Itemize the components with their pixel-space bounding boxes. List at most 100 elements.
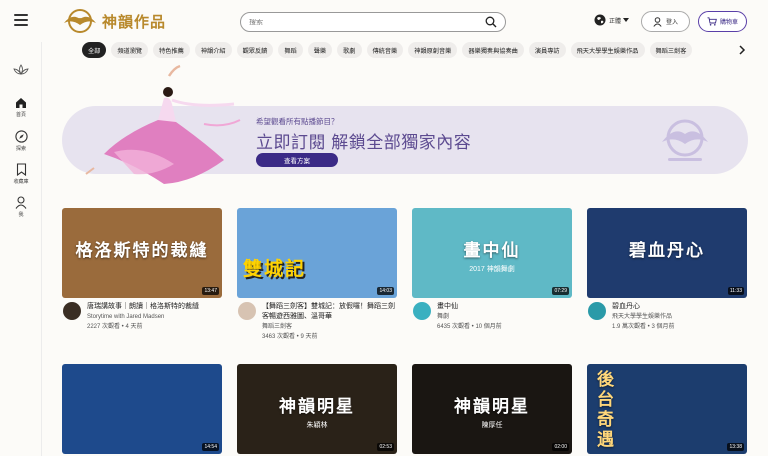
channel-name[interactable]: Storytime with Jared Madsen [87,313,222,322]
category-chip[interactable]: 聲樂 [307,42,333,58]
lotus-icon [13,64,29,75]
video-info: 唐瑞講故事｜朗讀｜格洛斯特的裁縫 Storytime with Jared Mad… [87,302,222,332]
sidebar-item-explore[interactable]: 探索 [0,130,42,152]
video-stats: 6435 次觀看 • 10 個月前 [437,324,502,330]
category-chip[interactable]: 神韻原創音樂 [408,42,458,58]
video-title[interactable]: 【舞蹈三劍客】雙城記：放假囉！舞蹈三劍客暢遊西雅圖、溫哥華 [262,302,397,322]
sidebar-item-label: 探索 [15,146,26,152]
cart-icon [707,17,717,26]
category-chip[interactable]: 全部 [82,42,107,58]
category-chip[interactable]: 觀眾反饋 [236,42,274,58]
category-chips: 全部 頻道瀏覽 特色推薦 神韻介紹 觀眾反饋 舞蹈 聲樂 歌劇 傳統音樂 神韻原創音樂 器樂獨奏與協… [82,42,732,58]
duration-badge: 14:54 [202,443,219,451]
thumbnail-subtext: 朱穎林 [306,422,328,429]
bookmark-icon [16,163,26,176]
video-thumbnail[interactable]: 碧血丹心 11:33 [587,208,747,298]
duration-badge: 07:29 [552,287,569,295]
video-card[interactable]: 畫中仙 2017 神韻舞劇 07:29 畫中仙 舞劇 6435 次觀看 • 10 個月前 [412,208,572,332]
video-info: 畫中仙 舞劇 6435 次觀看 • 10 個月前 [437,302,572,332]
chevron-right-icon[interactable] [738,45,746,55]
video-stats: 3463 次觀看 • 9 天前 [262,334,318,340]
logo-text: 神韻作品 [102,12,167,31]
channel-name[interactable]: 舞蹈三劍客 [262,323,397,332]
video-card[interactable]: 後台奇遇 13:38 [587,364,747,454]
thumbnail-text: 碧血丹心 [629,241,705,261]
banner-title: 立即訂閱 解鎖全部獨家內容 [256,133,472,152]
thumbnail-subtext: 陳厚任 [481,422,503,429]
video-title[interactable]: 碧血丹心 [612,302,747,312]
video-card[interactable]: 碧血丹心 11:33 碧血丹心 飛天大學學生娛樂作品 1.9 萬次觀看 • 3 個月前 [587,208,747,332]
sidebar-item-label: 我 [18,212,24,218]
search-bar[interactable] [240,12,506,32]
duration-badge: 02:00 [552,443,569,451]
search-input[interactable] [249,18,485,26]
duration-badge: 13:38 [727,443,744,451]
channel-name[interactable]: 飛天大學學生娛樂作品 [612,313,747,322]
video-thumbnail[interactable]: 畫中仙 2017 神韻舞劇 07:29 [412,208,572,298]
category-chip[interactable]: 演員專訪 [528,42,566,58]
video-thumbnail[interactable]: 14:54 [62,364,222,454]
category-chip[interactable]: 傳統音樂 [366,42,404,58]
avatar[interactable] [588,302,606,320]
duration-badge: 11:33 [727,287,744,295]
video-meta: 碧血丹心 飛天大學學生娛樂作品 1.9 萬次觀看 • 3 個月前 [587,302,747,332]
video-card[interactable]: 神韻明星陳厚任 02:00 [412,364,572,454]
cart-button[interactable]: 購物車 [698,11,747,32]
thumbnail-text: 畫中仙 [463,241,521,261]
login-label: 登入 [665,20,678,26]
video-title[interactable]: 畫中仙 [437,302,572,312]
thumbnail-text: 格洛斯特的裁縫 [75,241,209,261]
shen-yun-seal-icon [662,119,708,161]
sidebar-item-me[interactable]: 我 [0,196,42,218]
logo-emblem-icon [64,9,96,33]
duration-badge: 02:53 [377,443,394,451]
video-title[interactable]: 唐瑞講故事｜朗讀｜格洛斯特的裁縫 [87,302,222,312]
sidebar-item-label: 首頁 [15,112,26,118]
logo[interactable]: 神韻作品 [60,6,166,36]
video-thumbnail[interactable]: 神韻明星 朱穎林 02:53 [237,364,397,454]
video-thumbnail[interactable]: 後台奇遇 13:38 [587,364,747,454]
avatar[interactable] [238,302,256,320]
category-chip[interactable]: 飛天大學學生娛樂作品 [570,42,645,58]
video-card[interactable]: 神韻明星 朱穎林 02:53 [237,364,397,454]
duration-badge: 14:03 [377,287,394,295]
app-root: 神韻作品 正體 登入 [0,0,768,456]
thumbnail-text: 神韻明星 [454,397,530,417]
avatar[interactable] [413,302,431,320]
globe-icon [594,14,606,26]
video-stats: 1.9 萬次觀看 • 3 個月前 [612,324,675,330]
category-chip[interactable]: 歌劇 [337,42,362,58]
video-card[interactable]: 雙城記 14:03 【舞蹈三劍客】雙城記：放假囉！舞蹈三劍客暢遊西雅圖、溫哥華 舞蹈三… [237,208,397,342]
video-thumbnail[interactable]: 格洛斯特的裁縫 13:47 [62,208,222,298]
chevron-down-icon [623,18,630,22]
video-thumbnail[interactable]: 神韻明星陳厚任 02:00 [412,364,572,454]
thumbnail-text: 雙城記 [243,258,307,280]
category-chip[interactable]: 器樂獨奏與協奏曲 [462,42,524,58]
compass-icon [14,130,28,143]
dancer-image [85,64,241,184]
video-meta: 畫中仙 舞劇 6435 次觀看 • 10 個月前 [412,302,572,332]
banner-question: 希望觀看所有點播節目？ [256,117,339,126]
video-card[interactable]: 格洛斯特的裁縫 13:47 唐瑞講故事｜朗讀｜格洛斯特的裁縫 Storytime wi… [62,208,222,332]
category-chip[interactable]: 頻道瀏覽 [111,42,149,58]
language-selector[interactable]: 正體 [594,14,630,26]
video-thumbnail[interactable]: 雙城記 14:03 [237,208,397,298]
category-chip[interactable]: 特色推薦 [153,42,190,58]
left-sidebar: 首頁 探索 收藏庫 我 [0,42,42,456]
category-chip[interactable]: 神韻介紹 [194,42,232,58]
category-chip[interactable]: 舞蹈三劍客 [649,42,693,58]
thumbnail-text: 後台奇遇 [597,370,616,450]
sidebar-item-home[interactable]: 首頁 [0,97,42,118]
sidebar-item-library[interactable]: 收藏庫 [0,163,42,185]
sidebar-item-lotus[interactable] [0,64,42,76]
login-button[interactable]: 登入 [641,11,690,32]
menu-icon[interactable] [14,14,28,26]
cart-label: 購物車 [719,20,738,26]
view-plans-button[interactable]: 查看方案 [256,153,338,167]
channel-name[interactable]: 舞劇 [437,313,572,322]
category-chip[interactable]: 舞蹈 [278,42,303,58]
search-icon[interactable] [485,16,497,28]
video-card[interactable]: 14:54 [62,364,222,454]
avatar[interactable] [63,302,81,320]
video-meta: 唐瑞講故事｜朗讀｜格洛斯特的裁縫 Storytime with Jared Mad… [62,302,222,332]
